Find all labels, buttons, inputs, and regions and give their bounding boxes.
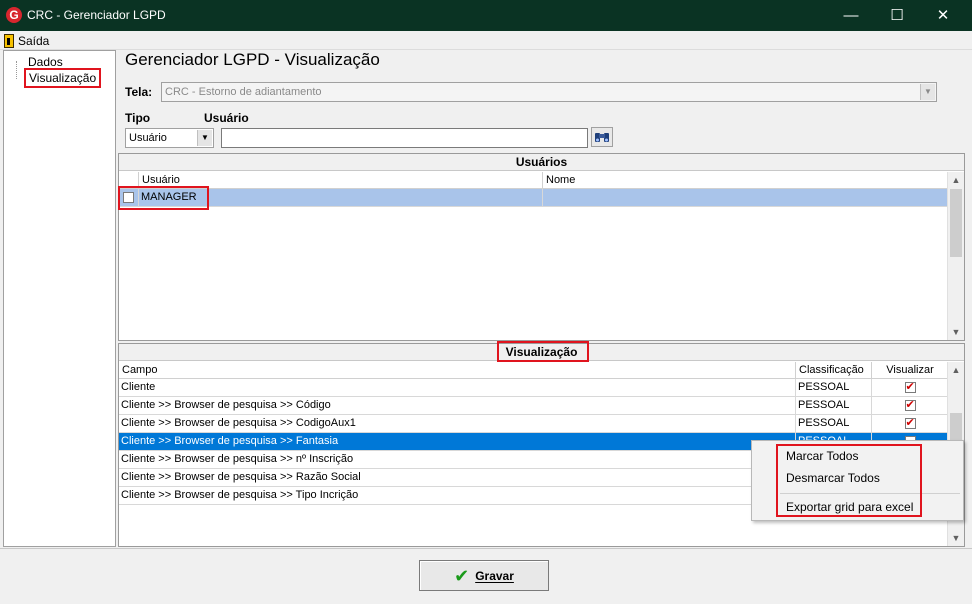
save-button-label: Gravar — [475, 568, 514, 583]
maximize-button[interactable]: ☐ — [874, 0, 920, 31]
usuario-input[interactable] — [221, 128, 588, 148]
visualizar-cell — [872, 415, 949, 433]
scroll-down-icon[interactable]: ▼ — [948, 324, 964, 340]
name-cell — [543, 189, 949, 207]
users-scrollbar[interactable]: ▲ ▼ — [947, 172, 964, 340]
view-col-classificacao[interactable]: Classificação — [796, 362, 872, 379]
save-button[interactable]: ✔ Gravar — [419, 560, 549, 591]
tipo-label: Tipo — [125, 111, 151, 125]
visualizar-cell — [872, 379, 949, 397]
table-row[interactable]: Cliente >> Browser de pesquisa >> Codigo… — [119, 415, 949, 433]
campo-cell: Cliente >> Browser de pesquisa >> Fantas… — [119, 433, 796, 451]
campo-cell: Cliente >> Browser de pesquisa >> Código — [119, 397, 796, 415]
tela-label: Tela: — [125, 85, 153, 99]
chevron-down-icon: ▼ — [197, 130, 212, 146]
campo-cell: Cliente >> Browser de pesquisa >> Codigo… — [119, 415, 796, 433]
campo-cell: Cliente >> Browser de pesquisa >> Tipo I… — [119, 487, 796, 505]
tela-select[interactable]: CRC - Estorno de adiantamento ▼ — [161, 82, 937, 102]
minimize-button[interactable]: — — [828, 0, 874, 31]
usuario-label: Usuário — [204, 111, 249, 125]
classificacao-cell: PESSOAL — [796, 379, 872, 397]
users-col-nome[interactable]: Nome — [543, 172, 949, 189]
exit-menu-label: Saída — [18, 34, 50, 48]
page-title: Gerenciador LGPD - Visualização — [125, 50, 380, 69]
highlight-context-menu — [776, 444, 922, 517]
visualizar-checkbox[interactable] — [904, 416, 916, 430]
view-col-visualizar[interactable]: Visualizar — [872, 362, 949, 379]
tree-connector — [16, 61, 17, 79]
close-button[interactable]: ✕ — [920, 0, 966, 31]
visualizar-checkbox[interactable] — [904, 398, 916, 412]
tree-item-dados[interactable]: Dados — [28, 55, 63, 69]
scroll-up-icon[interactable]: ▲ — [948, 362, 964, 378]
visualizar-cell — [872, 397, 949, 415]
campo-cell: Cliente >> Browser de pesquisa >> nº Ins… — [119, 451, 796, 469]
binoculars-icon — [595, 133, 609, 142]
menu-bar: Saída — [0, 31, 972, 50]
table-row[interactable]: Cliente >> Browser de pesquisa >> Código… — [119, 397, 949, 415]
checkmark-icon: ✔ — [454, 565, 470, 586]
search-button[interactable] — [591, 127, 613, 147]
exit-door-icon — [4, 34, 14, 48]
users-panel: Usuários Usuário Nome MANAGER ▲ ▼ — [118, 153, 965, 341]
chevron-down-icon: ▼ — [920, 84, 935, 100]
window-title: CRC - Gerenciador LGPD — [27, 8, 166, 22]
navigation-tree: Dados Visualização — [3, 50, 116, 547]
scroll-up-icon[interactable]: ▲ — [948, 172, 964, 188]
view-col-campo[interactable]: Campo — [119, 362, 796, 379]
app-logo-icon: G — [6, 7, 22, 23]
table-row[interactable]: Cliente PESSOAL — [119, 379, 949, 397]
tela-value: CRC - Estorno de adiantamento — [165, 86, 322, 98]
highlight-manager — [118, 186, 209, 210]
table-row[interactable]: MANAGER — [119, 189, 949, 207]
tree-item-visualizacao[interactable]: Visualização — [24, 68, 102, 88]
tipo-select[interactable]: Usuário ▼ — [125, 128, 214, 148]
highlight-visualizacao — [497, 341, 589, 362]
scroll-thumb[interactable] — [950, 189, 962, 257]
classificacao-cell: PESSOAL — [796, 415, 872, 433]
classificacao-cell: PESSOAL — [796, 397, 872, 415]
exit-menu-item[interactable]: Saída — [4, 33, 49, 49]
users-panel-title: Usuários — [119, 154, 964, 171]
campo-cell: Cliente >> Browser de pesquisa >> Razão … — [119, 469, 796, 487]
scroll-down-icon[interactable]: ▼ — [948, 530, 964, 546]
tipo-value: Usuário — [129, 132, 167, 144]
title-bar: G CRC - Gerenciador LGPD — ☐ ✕ — [0, 0, 972, 31]
visualizar-checkbox[interactable] — [904, 380, 916, 394]
campo-cell: Cliente — [119, 379, 796, 397]
